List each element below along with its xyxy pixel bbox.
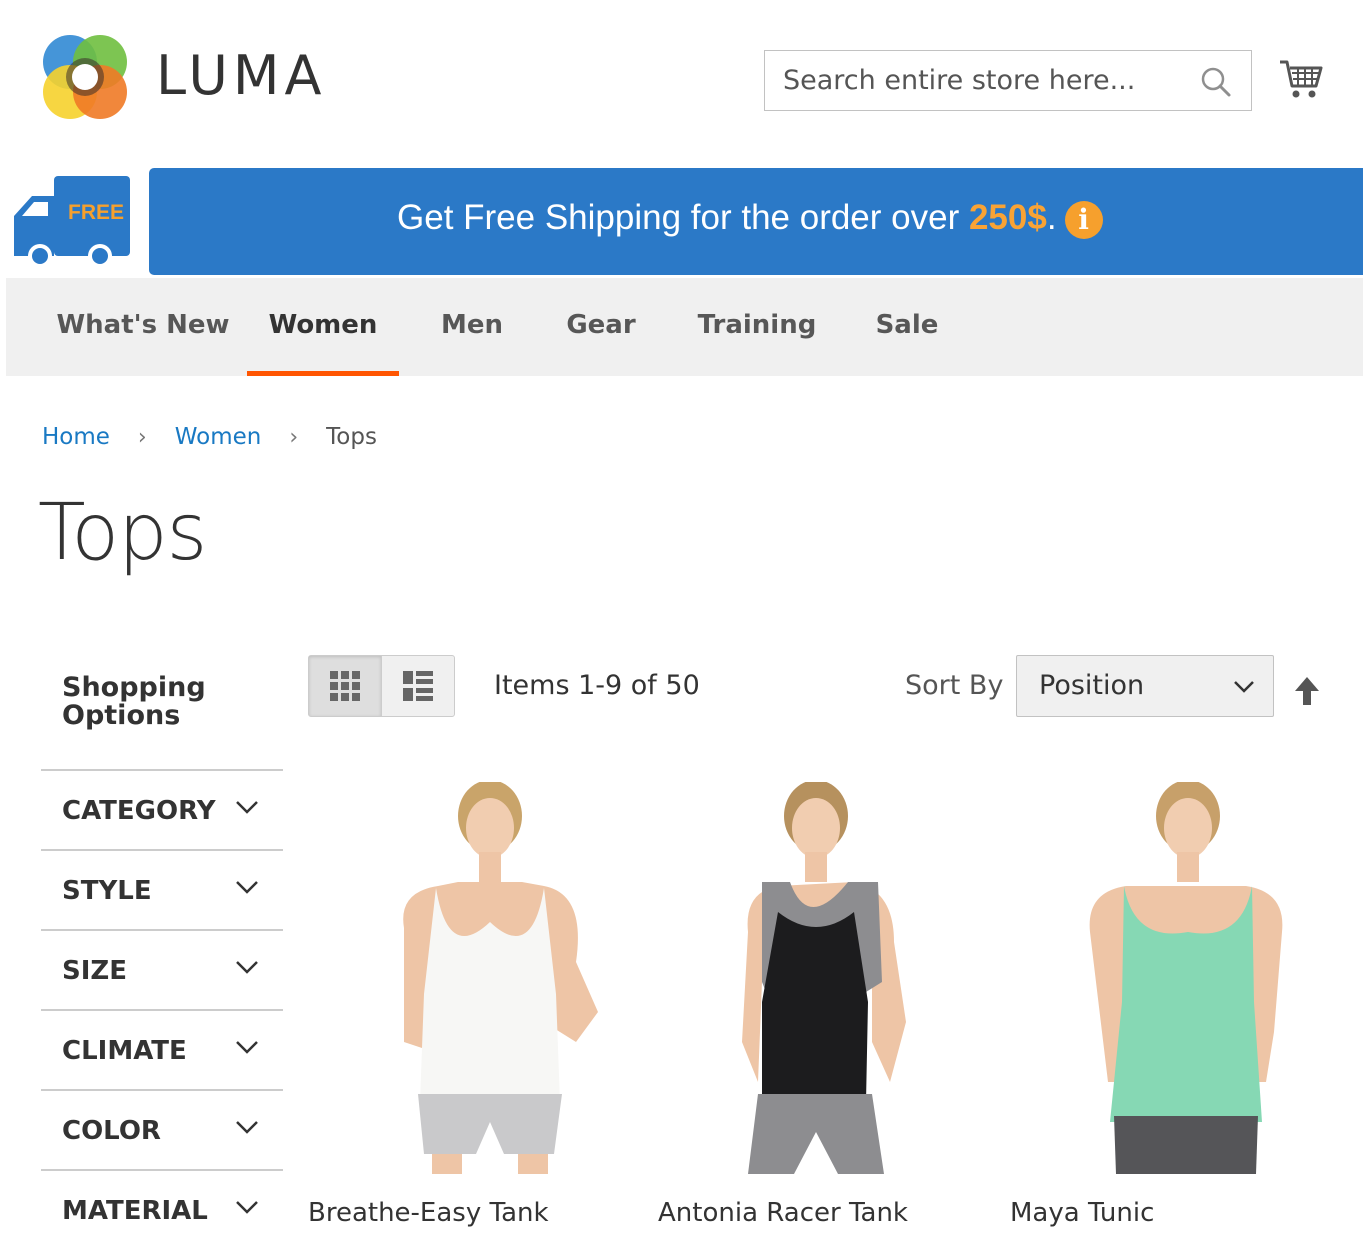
chevron-down-icon [236,1041,258,1054]
promo-banner: Get Free Shipping for the order over 250… [149,168,1363,275]
filter-category[interactable]: CATEGORY [41,769,283,849]
shopping-options-title: Shopping Options [62,672,206,731]
filter-label: CATEGORY [62,796,216,826]
search-icon[interactable] [1199,65,1233,99]
chevron-down-icon [236,1121,258,1134]
filter-label: COLOR [62,1116,161,1146]
logo-text: LUMA [156,44,327,107]
search-box [764,50,1252,111]
nav-item-training[interactable]: Training [690,278,824,376]
filter-label: MATERIAL [62,1196,208,1226]
luma-logo[interactable]: LUMA [40,32,340,122]
promo-suffix: . [1046,198,1057,237]
product-image[interactable] [308,782,638,1174]
product-name[interactable]: Antonia Racer Tank [658,1198,908,1228]
grid-icon [330,671,360,701]
filter-label: STYLE [62,876,152,906]
filter-label: CLIMATE [62,1036,187,1066]
sort-select-value: Position [1039,670,1145,701]
product-image[interactable] [658,782,988,1174]
nav-item-men[interactable]: Men [426,278,518,376]
promo-amount: 250$ [968,198,1047,237]
info-icon[interactable]: i [1064,200,1103,239]
luma-logo-icon [43,35,127,119]
product-item: Maya Tunic [1010,782,1340,1242]
chevron-down-icon [236,801,258,814]
sort-by-label: Sort By [905,670,1004,701]
chevron-right-icon: › [137,425,147,450]
nav-item-gear[interactable]: Gear [554,278,648,376]
breadcrumb: Home › Women › Tops [42,424,377,450]
truck-label: FREE [68,201,125,224]
product-item: Antonia Racer Tank [658,782,988,1242]
chevron-down-icon [1234,681,1254,693]
filter-label: SIZE [62,956,128,986]
cart-icon[interactable] [1278,56,1324,102]
nav-item-whats-new[interactable]: What's New [28,278,258,376]
chevron-right-icon: › [289,425,299,450]
product-image[interactable] [1010,782,1340,1174]
grid-view-button[interactable] [309,656,382,716]
promo-message: Get Free Shipping for the order over [397,198,969,237]
list-icon [403,671,433,701]
view-mode-switcher [308,655,455,717]
chevron-down-icon [236,961,258,974]
search-input[interactable] [765,51,1221,110]
page-title: Tops [38,488,207,578]
list-view-button[interactable] [382,656,454,716]
sort-direction-arrow-up-icon[interactable] [1292,675,1322,707]
main-nav: What's New Women Men Gear Training Sale [6,278,1363,376]
nav-item-sale[interactable]: Sale [864,278,950,376]
filter-material[interactable]: MATERIAL [41,1169,283,1249]
items-count: Items 1-9 of 50 [494,670,700,701]
promo-text: Get Free Shipping for the order over 250… [397,198,1103,239]
breadcrumb-home[interactable]: Home [42,424,110,450]
chevron-down-icon [236,881,258,894]
product-item: Breathe-Easy Tank [308,782,638,1242]
product-name[interactable]: Maya Tunic [1010,1198,1154,1228]
breadcrumb-current: Tops [326,424,377,450]
filter-list: CATEGORY STYLE SIZE CLIMATE COLOR MATERI… [41,769,283,1249]
chevron-down-icon [236,1201,258,1214]
filter-size[interactable]: SIZE [41,929,283,1009]
filter-color[interactable]: COLOR [41,1089,283,1169]
free-shipping-truck: FREE [8,168,143,274]
filter-climate[interactable]: CLIMATE [41,1009,283,1089]
filter-style[interactable]: STYLE [41,849,283,929]
sort-select[interactable]: Position [1016,655,1274,717]
nav-item-women[interactable]: Women [247,278,399,376]
product-name[interactable]: Breathe-Easy Tank [308,1198,549,1228]
breadcrumb-women[interactable]: Women [175,424,262,450]
